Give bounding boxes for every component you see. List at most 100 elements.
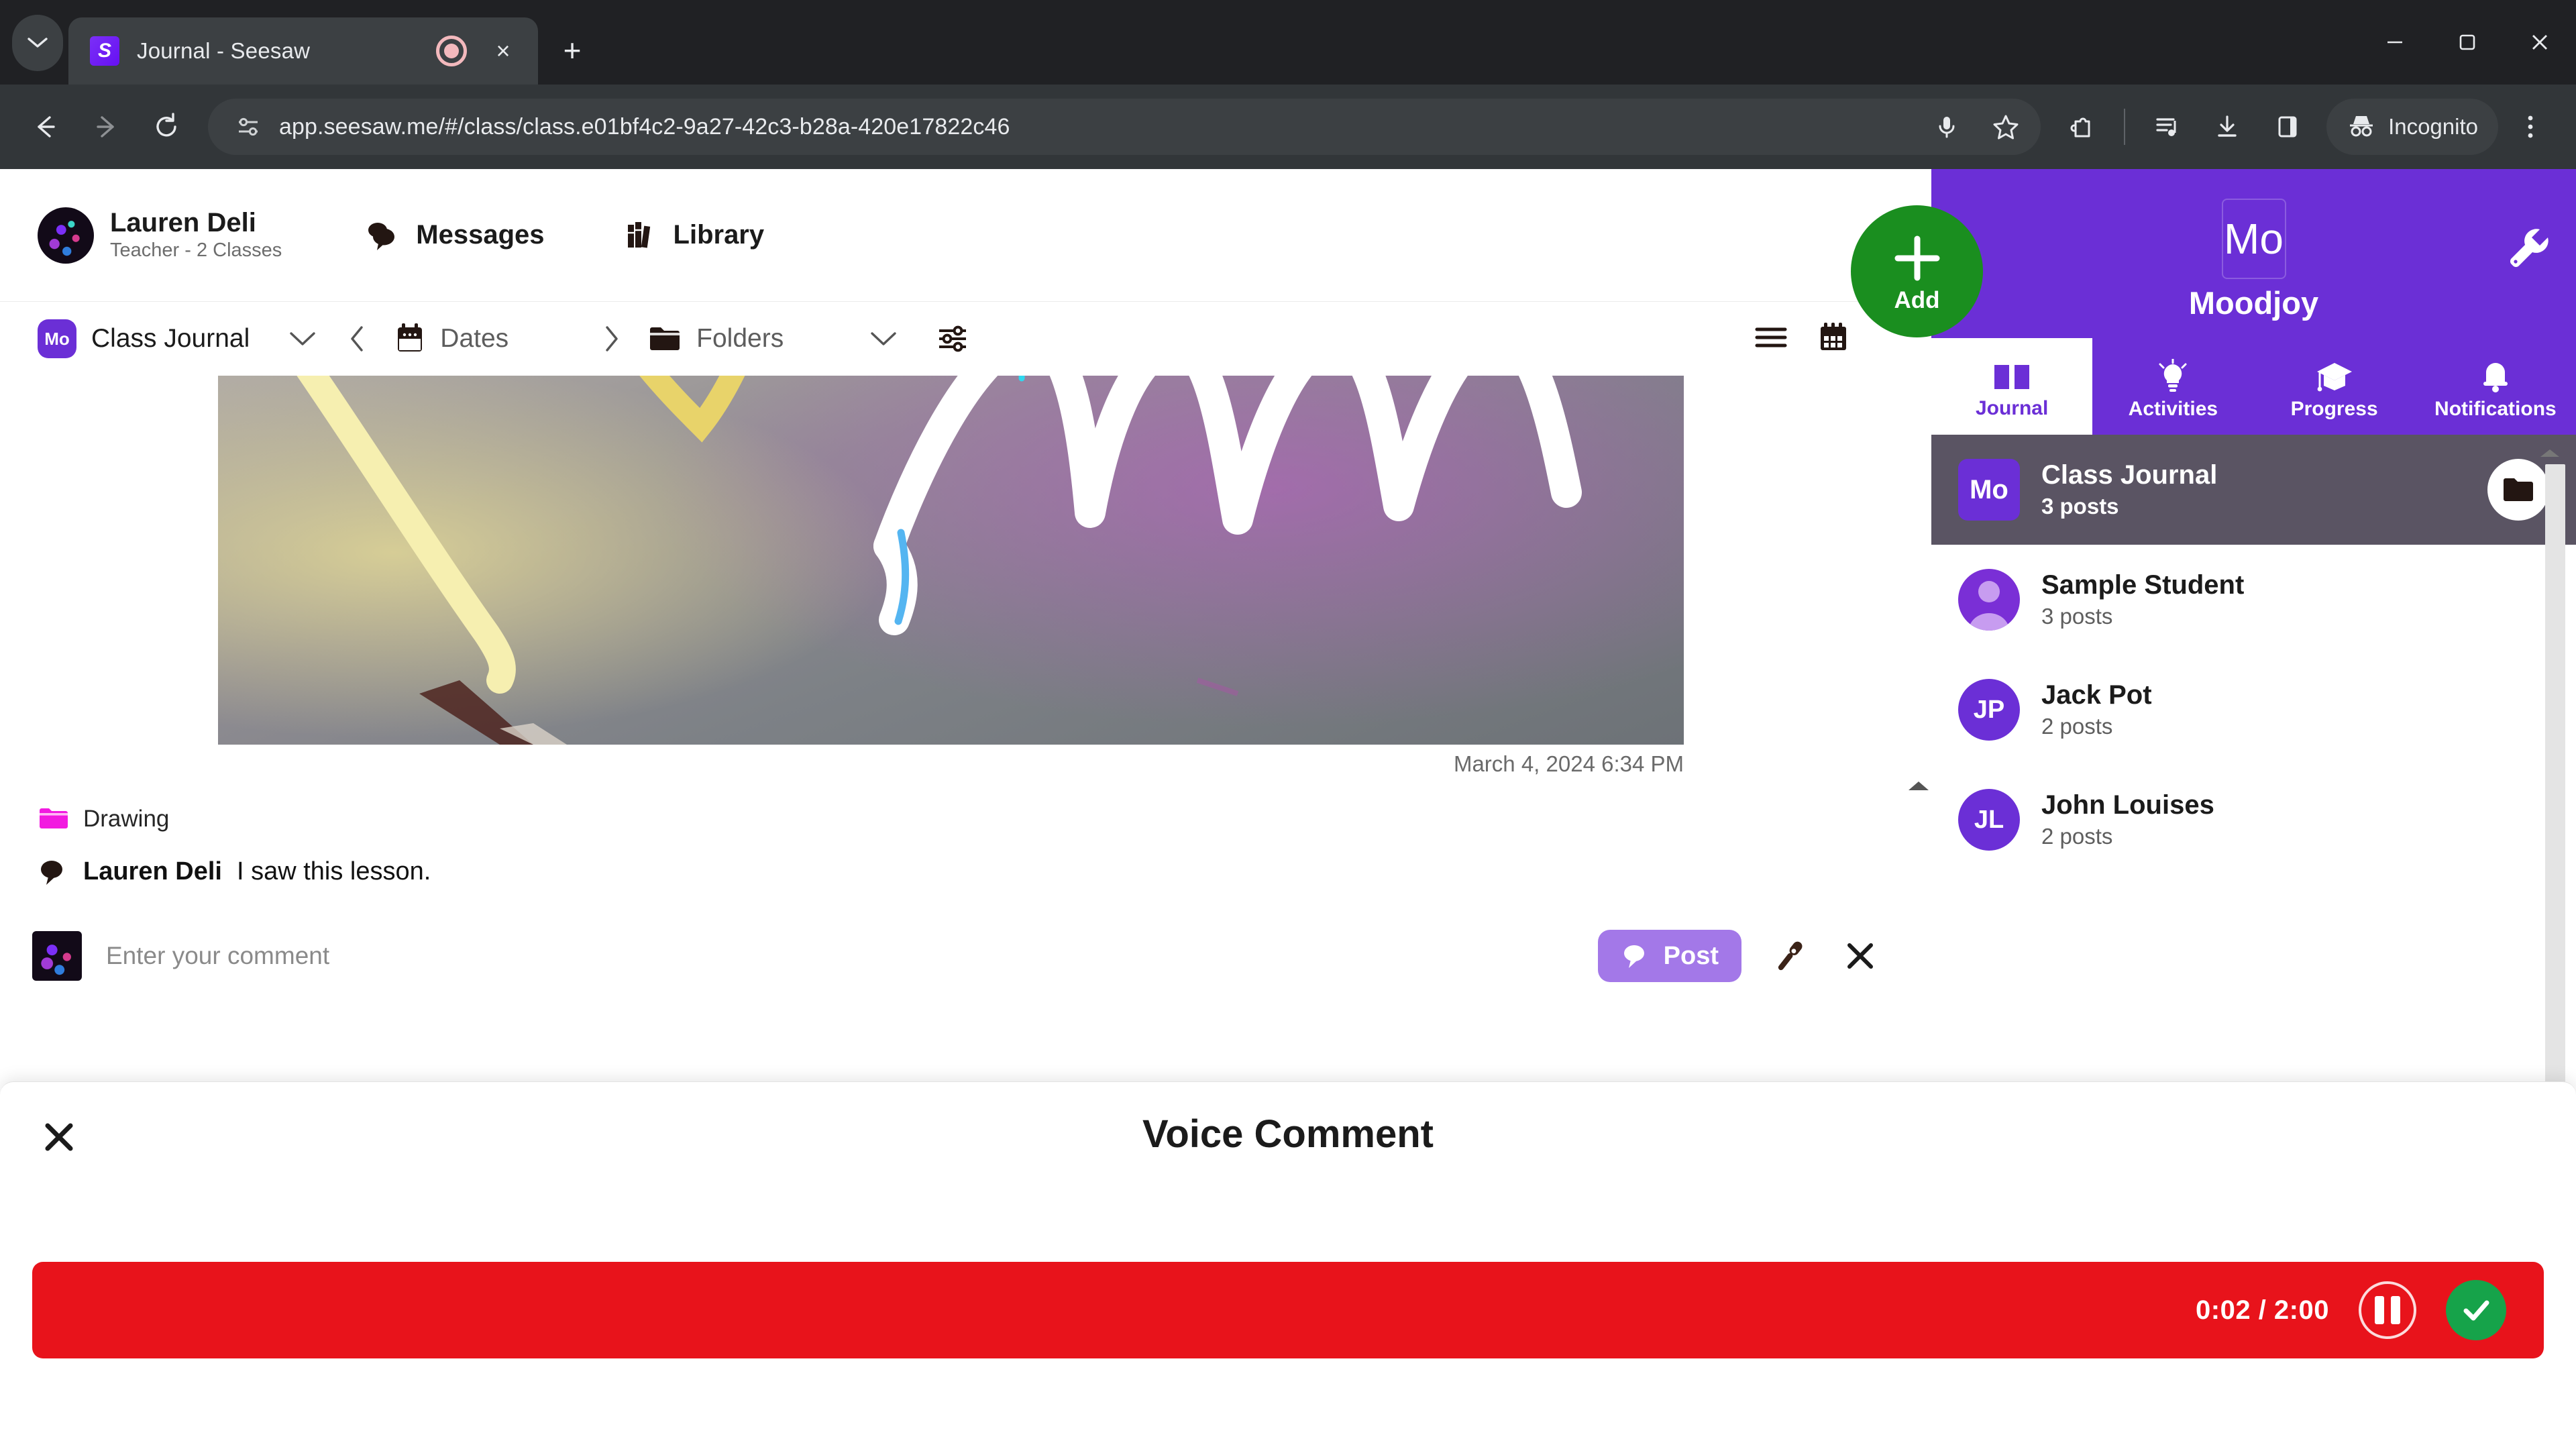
comment-bubble-icon bbox=[1623, 945, 1644, 968]
seesaw-header: Lauren Deli Teacher - 2 Classes Messages bbox=[0, 169, 1931, 302]
check-icon bbox=[2463, 1300, 2489, 1321]
comment-bubble-icon bbox=[41, 860, 62, 885]
post-image[interactable] bbox=[218, 376, 1684, 745]
page-viewport: Lauren Deli Teacher - 2 Classes Messages bbox=[0, 169, 2576, 1449]
close-window-button[interactable] bbox=[2504, 0, 2576, 85]
class-settings-button[interactable] bbox=[2502, 223, 2553, 277]
side-panel-button[interactable] bbox=[2259, 99, 2316, 155]
voice-search-button[interactable] bbox=[1919, 99, 1975, 155]
cancel-comment-button[interactable] bbox=[1837, 932, 1884, 979]
browser-menu-button[interactable] bbox=[2502, 99, 2559, 155]
tab-progress-label: Progress bbox=[2290, 398, 2378, 420]
maximize-icon bbox=[2459, 34, 2475, 50]
folder-icon[interactable] bbox=[2487, 459, 2549, 521]
comment-input[interactable]: Enter your comment bbox=[106, 942, 1574, 970]
messages-link[interactable]: Messages bbox=[362, 218, 545, 253]
folders-label: Folders bbox=[696, 324, 784, 353]
tab-journal[interactable]: Journal bbox=[1931, 338, 2093, 435]
maximize-button[interactable] bbox=[2431, 0, 2504, 85]
list-view-icon bbox=[1755, 327, 1787, 347]
list-item[interactable]: Sample Student 3 posts bbox=[1931, 545, 2576, 655]
class-dropdown-chevron[interactable] bbox=[288, 330, 317, 347]
downloads-button[interactable] bbox=[2199, 99, 2255, 155]
sidebar-scroll-up-arrow[interactable] bbox=[2538, 445, 2561, 464]
prev-date-button[interactable] bbox=[349, 325, 366, 353]
new-tab-button[interactable]: + bbox=[549, 27, 596, 74]
url-text[interactable]: app.seesaw.me/#/class/class.e01bf4c2-9a2… bbox=[270, 114, 1919, 140]
extensions-button[interactable] bbox=[2054, 99, 2110, 155]
extensions-icon bbox=[2070, 117, 2090, 138]
tune-icon[interactable] bbox=[227, 105, 270, 148]
three-dot-menu-icon bbox=[2528, 115, 2533, 138]
minimize-icon bbox=[2387, 41, 2402, 44]
list-item[interactable]: JL John Louises 2 posts bbox=[1931, 765, 2576, 875]
sidebar-class-initials: Mo bbox=[2221, 199, 2286, 279]
drawing-strokes bbox=[297, 376, 1582, 745]
student-initials-badge: JL bbox=[1958, 789, 2020, 851]
folders-dropdown-chevron[interactable] bbox=[869, 330, 898, 347]
dates-filter[interactable]: Dates bbox=[393, 321, 508, 356]
star-icon bbox=[1993, 115, 2019, 140]
next-date-button[interactable] bbox=[602, 325, 620, 353]
list-item-title: Sample Student bbox=[2041, 570, 2245, 600]
books-icon bbox=[627, 221, 650, 248]
bookmark-button[interactable] bbox=[1978, 99, 2034, 155]
teacher-profile[interactable]: Lauren Deli Teacher - 2 Classes bbox=[38, 207, 282, 264]
window-controls bbox=[2359, 0, 2576, 85]
browser-tab[interactable]: S Journal - Seesaw × bbox=[68, 17, 538, 85]
class-name-label: Class Journal bbox=[91, 324, 250, 353]
chevron-down-icon bbox=[290, 332, 315, 345]
person-icon bbox=[1969, 581, 2009, 631]
list-item[interactable]: Mo Class Journal 3 posts bbox=[1931, 435, 2576, 545]
avatar bbox=[1958, 569, 2020, 631]
add-button[interactable]: Add bbox=[1851, 205, 1983, 337]
chevron-down-icon bbox=[871, 332, 896, 345]
reading-list-icon bbox=[2156, 118, 2176, 136]
profile-button[interactable]: Incognito bbox=[2326, 99, 2498, 155]
calendar-icon bbox=[398, 323, 423, 352]
tab-progress[interactable]: Progress bbox=[2254, 338, 2415, 435]
list-item[interactable]: JP Jack Pot 2 posts bbox=[1931, 655, 2576, 765]
post-comment-button[interactable]: Post bbox=[1597, 930, 1741, 982]
reload-button[interactable] bbox=[138, 99, 195, 155]
library-link[interactable]: Library bbox=[625, 218, 764, 253]
recording-icon[interactable] bbox=[436, 36, 467, 66]
minimize-button[interactable] bbox=[2359, 0, 2431, 85]
tab-activities[interactable]: Activities bbox=[2092, 338, 2253, 435]
tab-search-button[interactable] bbox=[12, 15, 63, 71]
class-selector[interactable]: Mo Class Journal bbox=[38, 319, 250, 358]
filter-button[interactable] bbox=[935, 321, 970, 356]
back-button[interactable] bbox=[17, 99, 74, 155]
post-folder-tag[interactable]: Drawing bbox=[38, 805, 169, 833]
sliders-icon bbox=[939, 325, 967, 352]
chevron-right-icon bbox=[606, 326, 618, 352]
folders-filter[interactable]: Folders bbox=[647, 323, 784, 355]
student-initials-badge: JP bbox=[1958, 679, 2020, 741]
avatar bbox=[38, 207, 94, 264]
address-bar[interactable]: app.seesaw.me/#/class/class.e01bf4c2-9a2… bbox=[208, 99, 2041, 155]
feed-scroll-up-arrow[interactable] bbox=[1907, 777, 1931, 798]
avatar bbox=[32, 931, 82, 981]
pause-recording-button[interactable] bbox=[2359, 1281, 2416, 1339]
calendar-view-icon bbox=[1821, 322, 1846, 350]
chevron-up-icon bbox=[2540, 449, 2559, 457]
seesaw-logo-icon: S bbox=[90, 36, 119, 66]
reload-icon bbox=[156, 113, 176, 137]
tab-title: Journal - Seesaw bbox=[137, 38, 311, 63]
calendar-view-button[interactable] bbox=[1816, 320, 1851, 358]
tab-strip: S Journal - Seesaw × + bbox=[0, 0, 2576, 85]
list-view-button[interactable] bbox=[1753, 321, 1789, 357]
teacher-name: Lauren Deli bbox=[110, 207, 256, 237]
reading-list-button[interactable] bbox=[2139, 99, 2195, 155]
tab-notifications[interactable]: Notifications bbox=[2415, 338, 2576, 435]
chevron-up-icon bbox=[1909, 782, 1929, 790]
profile-label: Incognito bbox=[2388, 114, 2478, 139]
finish-recording-button[interactable] bbox=[2446, 1280, 2506, 1340]
sidebar-class-name: Moodjoy bbox=[2188, 285, 2319, 321]
list-item-subtitle: 2 posts bbox=[2041, 713, 2113, 739]
voice-comment-button[interactable] bbox=[1766, 932, 1813, 979]
forward-button[interactable] bbox=[78, 99, 134, 155]
recording-time: 0:02 / 2:00 bbox=[2196, 1295, 2329, 1325]
comment-text: I saw this lesson. bbox=[236, 857, 431, 885]
close-tab-button[interactable]: × bbox=[484, 32, 522, 70]
